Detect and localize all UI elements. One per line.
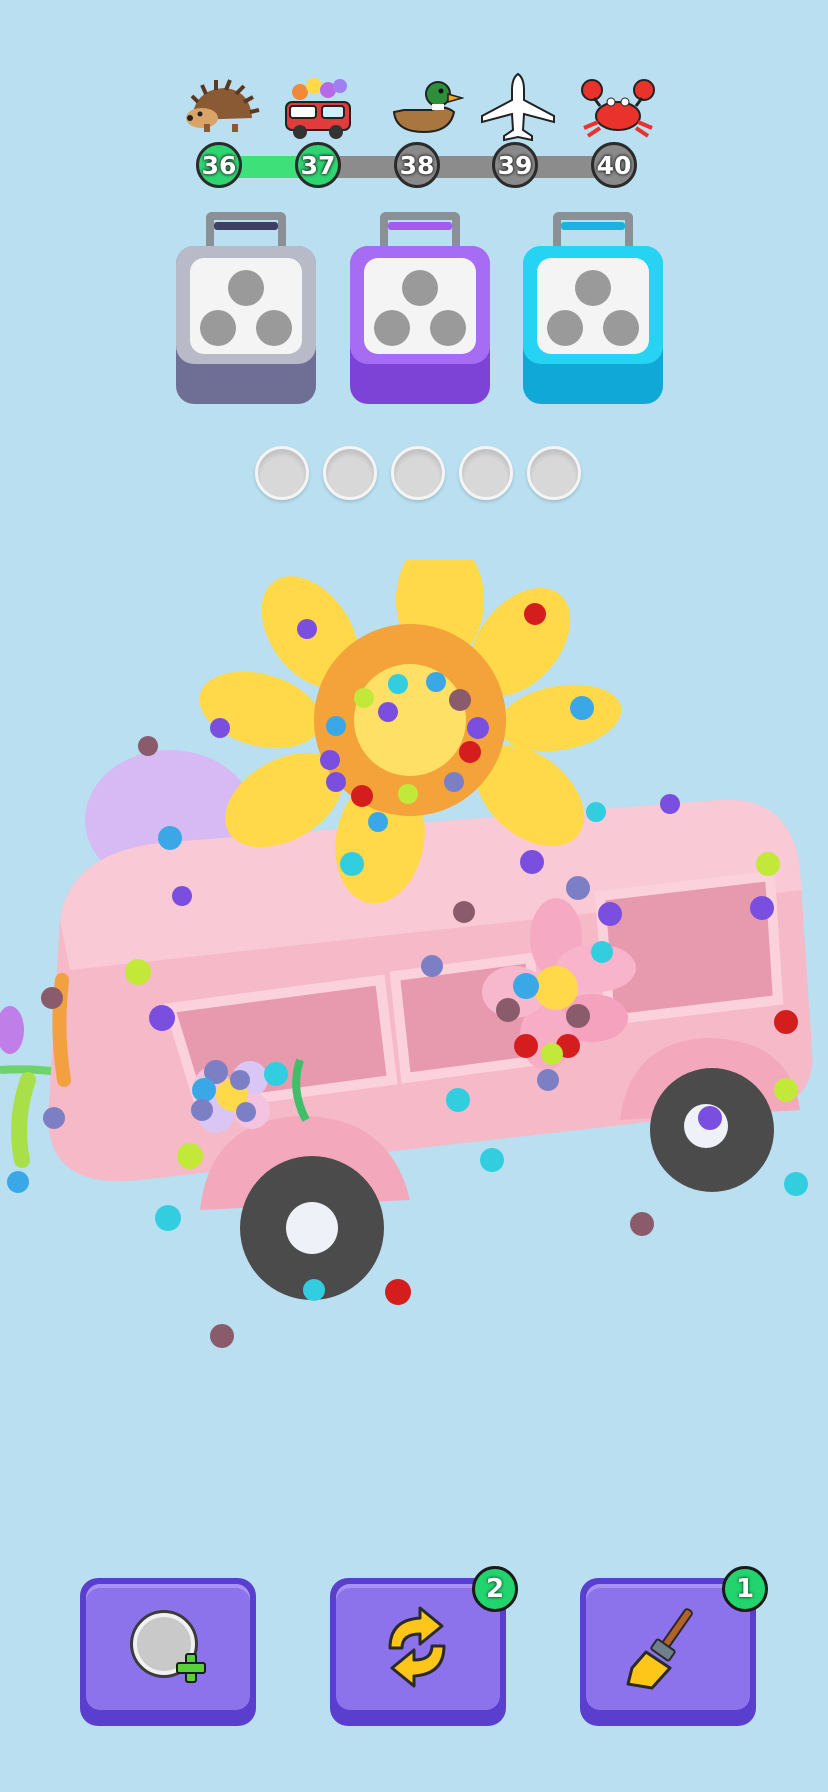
screw-hole bbox=[430, 310, 466, 346]
level-node-40: 40 bbox=[591, 142, 637, 188]
holding-slot bbox=[323, 446, 377, 500]
screw-hole bbox=[575, 270, 611, 306]
screw-box-purple[interactable] bbox=[350, 212, 490, 404]
airplane-icon bbox=[481, 72, 555, 142]
holding-slot bbox=[527, 446, 581, 500]
shuffle-button[interactable]: 2 bbox=[330, 1566, 518, 1726]
flower-van-icon bbox=[285, 78, 351, 139]
box-face bbox=[190, 258, 302, 354]
broom-button[interactable]: 1 bbox=[580, 1566, 768, 1726]
add-slot-button[interactable] bbox=[80, 1578, 256, 1726]
screw-hole bbox=[547, 310, 583, 346]
add-slot-icon bbox=[130, 1610, 206, 1683]
level-node-39: 39 bbox=[492, 142, 538, 188]
shuffle-icon bbox=[388, 1606, 446, 1688]
holding-slot bbox=[459, 446, 513, 500]
box-face bbox=[364, 258, 476, 354]
holding-slot bbox=[255, 446, 309, 500]
screw-hole bbox=[374, 310, 410, 346]
screw-hole bbox=[228, 270, 264, 306]
level-node-38: 38 bbox=[394, 142, 440, 188]
level-progress: 36 37 38 39 40 bbox=[0, 0, 828, 200]
shuffle-count-badge: 2 bbox=[472, 1566, 518, 1612]
screw-box-cyan[interactable] bbox=[523, 212, 663, 404]
hedgehog-icon bbox=[186, 79, 260, 132]
broom-icon bbox=[626, 1608, 693, 1690]
screw-hole bbox=[402, 270, 438, 306]
box-face bbox=[537, 258, 649, 354]
broom-count-badge: 1 bbox=[722, 1566, 768, 1612]
level-node-36: 36 bbox=[196, 142, 242, 188]
screw-hole bbox=[603, 310, 639, 346]
crab-icon bbox=[581, 79, 655, 138]
screw-hole bbox=[256, 310, 292, 346]
screw-hole bbox=[200, 310, 236, 346]
holding-slot bbox=[391, 446, 445, 500]
level-node-37: 37 bbox=[295, 142, 341, 188]
puzzle-scene[interactable] bbox=[0, 560, 828, 1380]
screw-box-gray[interactable] bbox=[176, 212, 316, 404]
duck-icon bbox=[392, 81, 464, 134]
